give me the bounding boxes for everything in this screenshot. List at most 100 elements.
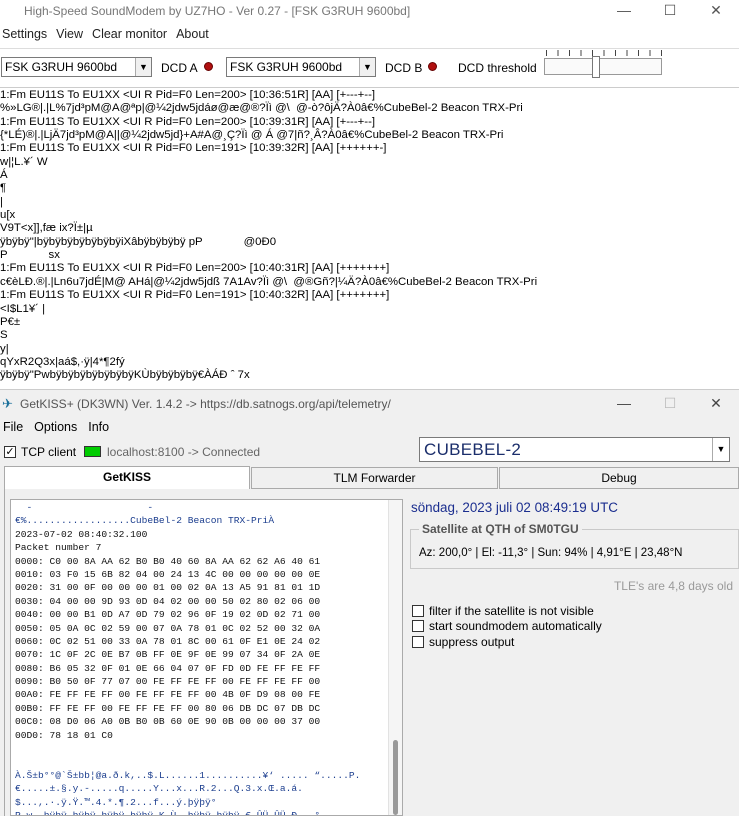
packet-output-line: 00D0: 78 18 01 C0: [15, 729, 113, 741]
packet-output-line: P.w..þÿþÿ.þÿþÿ.þÿþÿ.þÿþÿ.K.Ù..þÿþÿ.þÿþÿ.…: [15, 809, 326, 816]
suppress-output-checkbox[interactable]: [412, 636, 424, 648]
getkiss-window-controls: — ☐ ✕: [601, 390, 739, 412]
dcd-a-indicator: [204, 62, 213, 71]
tcp-client-checkbox[interactable]: ✓: [4, 446, 16, 458]
soundmodem-menu-bar: Settings View Clear monitor About: [0, 24, 216, 44]
close-icon[interactable]: ✕: [693, 0, 739, 22]
slider-thumb[interactable]: [592, 56, 600, 78]
monitor-line: 1:Fm EU11S To EU1XX <UI R Pid=F0 Len=191…: [0, 142, 387, 155]
monitor-line: Á: [0, 169, 8, 182]
packet-output-line: 00A0: FE FF FE FF 00 FE FF FE FF 00 4B 0…: [15, 689, 321, 701]
start-soundmodem-label: start soundmodem automatically: [429, 619, 602, 633]
soundmodem-window-controls: — ☐ ✕: [601, 0, 739, 22]
satellite-select[interactable]: CUBEBEL-2 ▼: [419, 437, 730, 462]
modem-a-select[interactable]: FSK G3RUH 9600bd ▼: [1, 57, 152, 77]
chevron-down-icon[interactable]: ▼: [135, 58, 151, 76]
packet-output-line: 0010: 03 F0 15 6B 82 04 00 24 13 4C 00 0…: [15, 568, 321, 580]
monitor-line: |: [0, 195, 3, 208]
filter-visible-label: filter if the satellite is not visible: [429, 604, 594, 618]
monitor-line: qYxR2Q3x|aá$,·ÿ|4*¶2fý: [0, 355, 125, 368]
monitor-line: P€±: [0, 315, 21, 328]
packet-output-line: 0020: 31 00 0F 00 00 00 01 00 02 0A 13 A…: [15, 582, 321, 594]
monitor-line: c€èLÐ.®|.|Ln6u7jdÉ|M@ AHá|@¼2jdw5jdß 7A1…: [0, 275, 538, 288]
close-icon[interactable]: ✕: [693, 390, 739, 418]
monitor-line: w|¦L.¥´ W: [0, 155, 48, 168]
monitor-line: ÿbÿbÿ"|bÿbÿbÿbÿbÿbÿbÿiXâbÿbÿbÿbÿ pP @0Ð0: [0, 235, 277, 248]
monitor-line: y|: [0, 342, 9, 355]
minimize-icon[interactable]: —: [601, 390, 647, 418]
dcd-a-label: DCD A: [161, 61, 198, 75]
packet-output-line: - -: [15, 502, 154, 513]
start-soundmodem-checkbox[interactable]: [412, 620, 424, 632]
packet-output-line: [15, 742, 360, 755]
packet-output-line: Packet number 7: [15, 542, 102, 554]
minimize-icon[interactable]: —: [601, 0, 647, 22]
packet-output-line: 00C0: 08 D0 06 A0 0B B0 0B 60 0E 90 0B 0…: [15, 716, 321, 728]
monitor-line: {*LÉ)®|.|LjÄ7jd³pM@A||@¼2jdw5jd}+A#A@¸Ç?…: [0, 129, 504, 142]
monitor-line: 1:Fm EU11S To EU1XX <UI R Pid=F0 Len=200…: [0, 89, 376, 101]
vertical-scrollbar[interactable]: [388, 500, 402, 815]
suppress-output-label: suppress output: [429, 635, 515, 649]
soundmodem-title: High-Speed SoundModem by UZ7HO - Ver 0.2…: [24, 4, 411, 18]
tab-getkiss[interactable]: GetKISS: [4, 466, 250, 490]
monitor-line: ¶: [0, 182, 7, 195]
menu-clear-monitor[interactable]: Clear monitor: [90, 24, 174, 44]
menu-view[interactable]: View: [54, 24, 90, 44]
slider-ticks: [546, 50, 662, 56]
monitor-line: V9T<x]],fæ ix?Ï±|µ: [0, 222, 93, 235]
monitor-line: %»LG®|.|L%7jd³pM@A@ªp|@¼2jdw5jdáø@æ@®?Ïì…: [0, 102, 523, 115]
monitor-line: <I$L1¥´ |: [0, 302, 46, 315]
packet-output-line: 2023-07-02 08:40:32.100: [15, 528, 148, 540]
getkiss-title: GetKISS+ (DK3WN) Ver. 1.4.2 -> https://d…: [20, 397, 391, 411]
dcd-threshold-label: DCD threshold: [458, 61, 537, 75]
connection-indicator: [84, 446, 101, 457]
menu-settings[interactable]: Settings: [0, 24, 54, 44]
tab-debug[interactable]: Debug: [499, 467, 739, 489]
qth-group: Satellite at QTH of SM0TGU Az: 200,0° | …: [410, 522, 739, 569]
monitor-text-area[interactable]: 1:Fm EU11S To EU1XX <UI R Pid=F0 Len=200…: [0, 89, 739, 387]
menu-about[interactable]: About: [174, 24, 216, 44]
modem-a-value: FSK G3RUH 9600bd: [5, 60, 118, 74]
packet-output-line: 0050: 05 0A 0C 02 59 00 07 0A 78 01 0C 0…: [15, 622, 321, 634]
menu-options[interactable]: Options: [31, 418, 85, 438]
monitor-line: ÿbÿbÿ"PwbÿbÿbÿbÿbÿbÿbÿKÙbÿbÿbÿbÿ€ÀÁÐ ˆ 7…: [0, 369, 250, 382]
packet-output-line: 0070: 1C 0F 2C 0E B7 0B FF 0E 9F 0E 99 0…: [15, 649, 321, 661]
chevron-down-icon[interactable]: ▼: [359, 58, 375, 76]
scrollbar-thumb[interactable]: [393, 740, 398, 815]
packet-output-line: À.Š±b°°@`Š±bb¦@a.ð.k,..$.L......1.......…: [15, 769, 361, 781]
packet-output-line: 00B0: FF FE FF 00 FE FF FE FF 00 80 06 D…: [15, 702, 321, 714]
slider-track: [544, 58, 662, 75]
qth-values: Az: 200,0° | El: -11,3° | Sun: 94% | 4,9…: [419, 547, 683, 559]
packet-output-line: €%..................CubeBel-2 Beacon TRX…: [15, 515, 275, 527]
getkiss-menu-bar: File Options Info: [0, 418, 117, 438]
menu-info[interactable]: Info: [85, 418, 117, 438]
tcp-client-label: TCP client: [21, 445, 77, 459]
connection-status: localhost:8100 -> Connected: [107, 445, 261, 459]
packet-output-line: €.....±.§.y.-.....q.....Y...x...R.2...Q.…: [15, 783, 303, 795]
tle-age: TLE's are 4,8 days old: [613, 579, 733, 593]
packet-output-line: 0080: B6 05 32 0F 01 0E 66 04 07 0F FD 0…: [15, 662, 321, 674]
modem-b-value: FSK G3RUH 9600bd: [230, 60, 343, 74]
packet-output-box[interactable]: - - €%..................CubeBel-2 Beacon …: [10, 499, 403, 816]
tab-tlm-forwarder[interactable]: TLM Forwarder: [251, 467, 498, 489]
dcd-b-label: DCD B: [385, 61, 423, 75]
chevron-down-icon[interactable]: ▼: [712, 438, 729, 461]
monitor-line: 1:Fm EU11S To EU1XX <UI R Pid=F0 Len=191…: [0, 289, 390, 302]
monitor-line: u[x: [0, 209, 16, 222]
maximize-icon: ☐: [663, 395, 677, 411]
monitor-line: P sx: [0, 249, 60, 262]
modem-b-select[interactable]: FSK G3RUH 9600bd ▼: [226, 57, 376, 77]
tab-bar: GetKISS TLM Forwarder Debug: [0, 466, 739, 491]
qth-group-title: Satellite at QTH of SM0TGU: [419, 522, 582, 536]
packet-output-line: 0060: 0C 02 51 00 33 0A 78 01 8C 00 61 0…: [15, 635, 321, 647]
getkiss-title-bar: ✈ GetKISS+ (DK3WN) Ver. 1.4.2 -> https:/…: [0, 390, 739, 418]
dcd-b-indicator: [428, 62, 437, 71]
dcd-threshold-slider[interactable]: [542, 48, 662, 88]
maximize-icon[interactable]: ☐: [647, 0, 693, 22]
utc-datetime: söndag, 2023 juli 02 08:49:19 UTC: [411, 500, 618, 515]
packet-output-line: 0090: B0 50 0F 77 07 00 FE FF FE FF 00 F…: [15, 676, 321, 688]
packet-output-line: 0040: 00 00 B1 0D A7 0D 79 02 96 0F 19 0…: [15, 609, 321, 621]
filter-visible-checkbox[interactable]: [412, 605, 424, 617]
satellite-app-icon: ✈: [2, 396, 13, 411]
menu-file[interactable]: File: [0, 418, 31, 438]
